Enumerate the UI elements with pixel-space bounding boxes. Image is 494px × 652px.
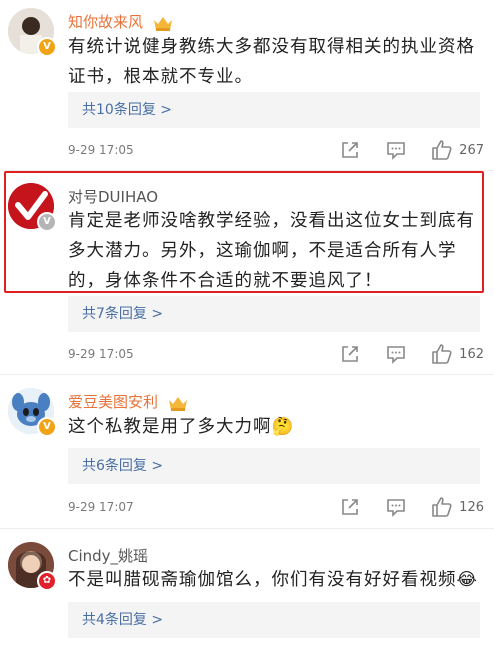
username[interactable]: Cindy_姚瑶 [68, 545, 148, 566]
share-icon[interactable] [339, 139, 361, 161]
avatar[interactable]: ✿ [8, 542, 57, 591]
avatar[interactable]: V [8, 8, 57, 57]
verified-badge-icon: V [37, 417, 57, 437]
verified-badge-icon: V [37, 37, 57, 57]
like-count: 126 [459, 499, 484, 515]
reply-count-link[interactable]: 共10条回复 > [68, 92, 480, 128]
comment-text: 不是叫腊砚斋瑜伽馆么，你们有没有好好看视频😂 [68, 570, 478, 590]
share-icon[interactable] [339, 343, 361, 365]
crown-icon [153, 16, 172, 31]
timestamp: 9-29 17:07 [68, 500, 134, 514]
like-count: 162 [459, 346, 484, 362]
like-icon[interactable] [431, 496, 453, 518]
comment-icon[interactable] [385, 343, 407, 365]
reply-count-link[interactable]: 共7条回复 > [68, 296, 480, 332]
verified-badge-icon: ✿ [37, 571, 57, 591]
avatar[interactable]: V [8, 388, 57, 437]
username[interactable]: 爱豆美图安利 [68, 391, 189, 412]
comment-text: 有统计说健身教练大多都没有取得相关的执业资格证书，根本就不专业。 [68, 37, 475, 87]
share-icon[interactable] [339, 496, 361, 518]
divider [0, 374, 494, 375]
comment-icon[interactable] [385, 496, 407, 518]
crown-icon [168, 396, 187, 411]
username[interactable]: 知你故来风 [68, 11, 174, 32]
like-icon[interactable] [431, 139, 453, 161]
comment-text: 这个私教是用了多大力啊🤔 [68, 417, 295, 437]
timestamp: 9-29 17:05 [68, 347, 134, 361]
comment-icon[interactable] [385, 139, 407, 161]
like-count: 267 [459, 142, 484, 158]
reply-count-link[interactable]: 共6条回复 > [68, 448, 480, 484]
divider [0, 528, 494, 529]
highlight-box [4, 171, 484, 293]
reply-count-link[interactable]: 共4条回复 > [68, 602, 480, 638]
like-icon[interactable] [431, 343, 453, 365]
timestamp: 9-29 17:05 [68, 143, 134, 157]
